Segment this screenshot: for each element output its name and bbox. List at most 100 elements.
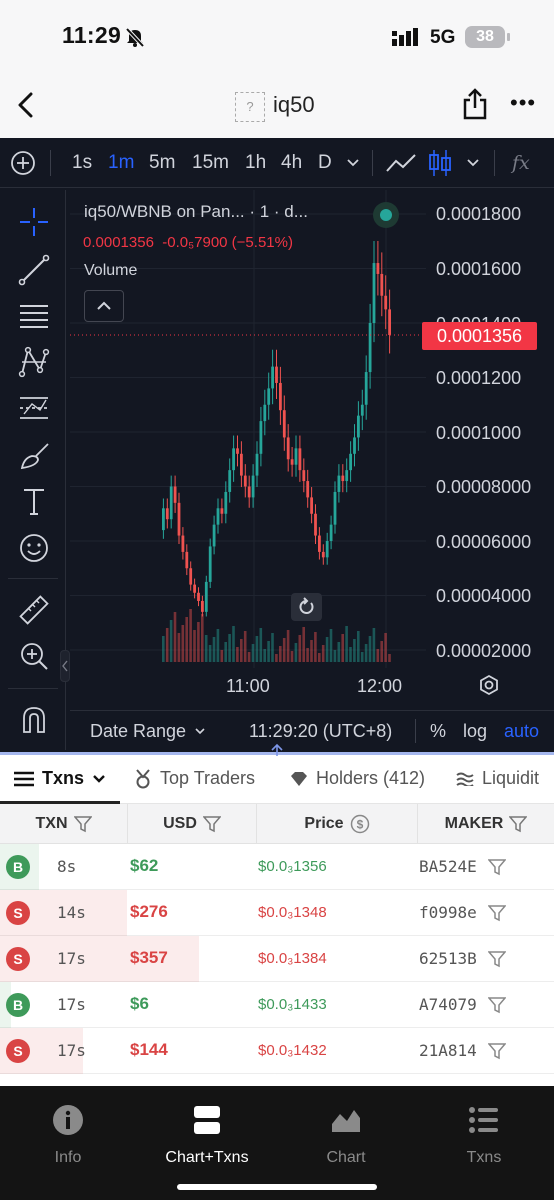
nav-chart[interactable]: Chart (286, 1104, 406, 1167)
share-icon[interactable] (462, 88, 488, 120)
fib-retracement-icon[interactable] (18, 300, 50, 332)
tab-liquidity[interactable]: Liquidit (456, 768, 539, 789)
filter-icon[interactable] (488, 996, 506, 1014)
nav-chart-txns-label: Chart+Txns (165, 1149, 249, 1166)
nav-txns[interactable]: Txns (424, 1104, 544, 1167)
tab-holders[interactable]: Holders (412) (290, 768, 425, 789)
token-icon: ? (235, 92, 265, 122)
interval-1m[interactable]: 1m (108, 152, 134, 174)
candle-body (380, 273, 384, 296)
toolbar-separator (50, 150, 51, 176)
chart-settings-icon[interactable] (478, 674, 500, 696)
table-row[interactable]: S 14s $276 $0.0₃1348 f0998e (0, 890, 554, 936)
txn-maker[interactable]: BA524E (419, 857, 477, 876)
filter-icon[interactable] (488, 858, 506, 876)
table-row[interactable]: S 17s $357 $0.0₃1384 62513B (0, 936, 554, 982)
filter-icon[interactable] (488, 904, 506, 922)
volume-bar (212, 637, 216, 662)
column-usd[interactable]: USD (128, 804, 257, 844)
interval-1s[interactable]: 1s (72, 152, 92, 174)
tab-txns[interactable]: Txns (14, 768, 106, 789)
candle-body (357, 415, 360, 438)
interval-1d[interactable]: D (318, 152, 332, 174)
interval-1h[interactable]: 1h (245, 152, 266, 174)
column-price[interactable]: Price $ (257, 804, 418, 844)
volume-bar (247, 652, 251, 662)
txn-maker[interactable]: 21A814 (419, 1041, 477, 1060)
brush-icon[interactable] (18, 440, 50, 472)
log-scale-toggle[interactable]: log (463, 721, 487, 742)
volume-bar (255, 636, 259, 662)
dollar-circle-icon[interactable]: $ (350, 814, 370, 834)
interval-dropdown-icon[interactable] (346, 158, 360, 168)
interval-15m[interactable]: 15m (192, 152, 229, 174)
interval-4h[interactable]: 4h (281, 152, 302, 174)
candle-body (345, 470, 349, 482)
txn-maker[interactable]: A74079 (419, 995, 477, 1014)
filter-icon[interactable] (488, 950, 506, 968)
tab-top-traders[interactable]: Top Traders (134, 768, 255, 789)
price-tick: 0.00006000 (436, 532, 532, 552)
nav-info[interactable]: Info (8, 1104, 128, 1167)
filter-icon[interactable] (73, 815, 92, 833)
legend-collapse-button[interactable] (84, 290, 124, 322)
candle-body (247, 486, 251, 498)
candle-body (173, 486, 177, 503)
text-tool-icon[interactable] (18, 486, 50, 518)
column-txn[interactable]: TXN (0, 804, 128, 844)
add-indicator-icon[interactable] (10, 150, 36, 176)
forecast-tool-icon[interactable] (18, 392, 50, 424)
indicators-fx-icon[interactable]: fx (512, 152, 530, 174)
candles-chart-type-icon[interactable] (428, 148, 452, 178)
percent-scale-toggle[interactable]: % (430, 721, 446, 742)
volume-bar (282, 638, 286, 662)
filter-icon[interactable] (509, 815, 528, 833)
column-maker[interactable]: MAKER (418, 804, 554, 844)
table-row[interactable]: S 17s $144 $0.0₃1432 21A814 (0, 1028, 554, 1074)
txn-usd: $276 (130, 902, 168, 921)
buy-badge: B (6, 855, 30, 879)
chart-type-dropdown-icon[interactable] (466, 158, 480, 168)
back-arrow-icon[interactable] (16, 92, 36, 118)
bottom-bar-separator (415, 719, 416, 743)
filter-icon[interactable] (488, 1042, 506, 1060)
txn-price: $0.0₃1433 (258, 996, 327, 1013)
line-chart-type-icon[interactable] (385, 151, 417, 175)
chart-canvas[interactable]: iq50/WBNB on Pan... · 1 · d... 0.0001356… (70, 190, 554, 700)
candle-body (169, 486, 173, 520)
candle-body (282, 410, 286, 438)
zoom-in-icon[interactable] (18, 640, 50, 672)
volume-bar (310, 640, 313, 662)
txn-maker[interactable]: f0998e (419, 903, 477, 922)
table-row[interactable]: B 8s $62 $0.0₃1356 BA524E (0, 844, 554, 890)
more-options-icon[interactable]: ••• (510, 92, 536, 114)
price-tick: 0.0001000 (436, 423, 522, 443)
chevron-down-icon (93, 774, 105, 783)
chart-clock: 11:29:20 (UTC+8) (249, 721, 393, 741)
auto-scale-toggle[interactable]: auto (504, 721, 539, 742)
date-range-dropdown-icon[interactable] (194, 727, 206, 736)
txn-maker[interactable]: 62513B (419, 949, 477, 968)
interval-5m[interactable]: 5m (149, 152, 175, 174)
magnet-icon[interactable] (18, 704, 50, 736)
reset-chart-button[interactable] (291, 593, 322, 621)
volume-bar (318, 653, 321, 662)
crosshair-icon[interactable] (18, 206, 50, 238)
trend-line-icon[interactable] (18, 254, 50, 286)
filter-icon[interactable] (202, 815, 221, 833)
bottom-navigation: Info Chart+Txns Chart Txns (0, 1086, 554, 1200)
chart-panel: 1s 1m 5m 15m 1h 4h D fx iq50/WBNB on Pan… (0, 138, 554, 752)
candle-body (372, 263, 376, 323)
volume-bar (185, 617, 188, 662)
table-row[interactable]: B 17s $6 $0.0₃1433 A74079 (0, 982, 554, 1028)
volume-bar (208, 645, 212, 662)
signal-icon (392, 28, 418, 46)
pattern-tool-icon[interactable] (18, 346, 50, 378)
emoji-icon[interactable] (18, 532, 50, 564)
nav-chart-txns[interactable]: Chart+Txns (147, 1104, 267, 1167)
sell-badge: S (6, 1039, 30, 1063)
ruler-icon[interactable] (18, 594, 50, 626)
toolbar-collapse-handle[interactable] (60, 650, 70, 682)
volume-label: Volume (84, 262, 138, 279)
date-range-button[interactable]: Date Range (90, 721, 186, 742)
